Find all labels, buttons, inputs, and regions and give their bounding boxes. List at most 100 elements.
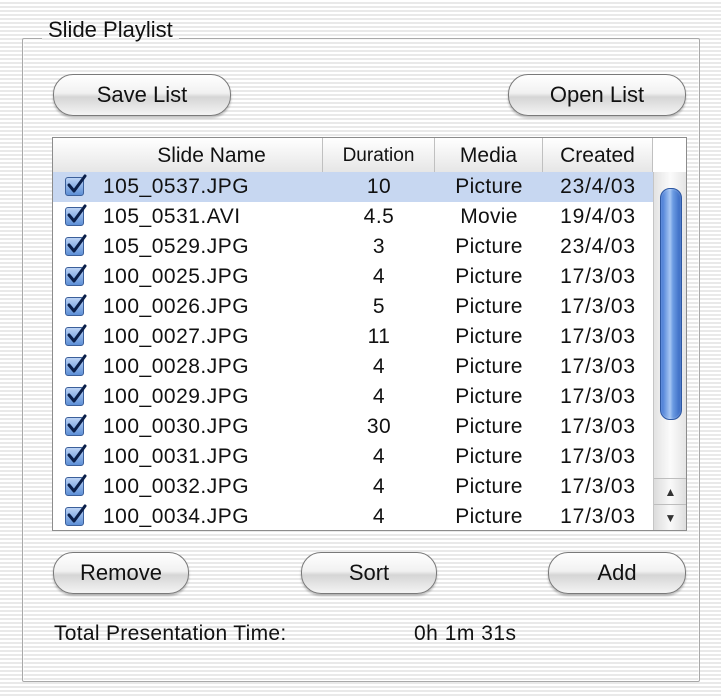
row-checkbox[interactable]: [65, 384, 87, 407]
scroll-down-arrow-icon[interactable]: ▼: [654, 504, 686, 530]
table-row[interactable]: 100_0029.JPG 4 Picture 17/3/03: [53, 382, 653, 412]
cell-duration: 11: [367, 325, 391, 348]
cell-created: 17/3/03: [560, 505, 636, 528]
cell-media: Picture: [455, 385, 523, 408]
cell-duration: 4.5: [363, 205, 395, 228]
cell-created: 17/3/03: [560, 385, 636, 408]
row-checkbox[interactable]: [65, 174, 87, 197]
row-checkbox[interactable]: [65, 354, 87, 377]
checkmark-icon: [65, 324, 87, 346]
cell-media: Picture: [455, 505, 523, 528]
checkmark-icon: [65, 354, 87, 376]
checkmark-icon: [65, 294, 87, 316]
cell-slide-name: 100_0026.JPG: [103, 295, 250, 318]
cell-created: 17/3/03: [560, 325, 636, 348]
table-row[interactable]: 105_0531.AVI 4.5 Movie 19/4/03: [53, 202, 653, 232]
row-checkbox[interactable]: [65, 474, 87, 497]
cell-slide-name: 100_0025.JPG: [103, 265, 250, 288]
cell-media: Picture: [455, 175, 523, 198]
cell-slide-name: 100_0030.JPG: [103, 415, 250, 438]
checkmark-icon: [65, 504, 87, 526]
table-row[interactable]: 100_0031.JPG 4 Picture 17/3/03: [53, 442, 653, 472]
column-header-created[interactable]: Created: [543, 138, 653, 172]
cell-duration: 4: [372, 355, 386, 378]
cell-created: 17/3/03: [560, 415, 636, 438]
cell-slide-name: 105_0531.AVI: [103, 205, 241, 228]
cell-media: Picture: [455, 475, 523, 498]
checkmark-icon: [65, 384, 87, 406]
checkmark-icon: [65, 264, 87, 286]
cell-duration: 4: [372, 505, 386, 528]
cell-duration: 4: [372, 265, 386, 288]
row-checkbox[interactable]: [65, 294, 87, 317]
cell-media: Picture: [455, 355, 523, 378]
checkmark-icon: [65, 474, 87, 496]
row-checkbox[interactable]: [65, 204, 87, 227]
add-button[interactable]: Add: [548, 552, 686, 594]
cell-media: Picture: [455, 265, 523, 288]
cell-duration: 4: [372, 475, 386, 498]
cell-media: Picture: [455, 415, 523, 438]
cell-slide-name: 100_0032.JPG: [103, 475, 250, 498]
cell-slide-name: 100_0034.JPG: [103, 505, 250, 528]
cell-created: 17/3/03: [560, 265, 636, 288]
row-checkbox[interactable]: [65, 324, 87, 347]
scroll-up-arrow-icon[interactable]: ▲: [654, 478, 686, 505]
scrollbar-thumb[interactable]: [660, 188, 682, 420]
open-list-button[interactable]: Open List: [508, 74, 686, 116]
checkmark-icon: [65, 174, 87, 196]
cell-created: 19/4/03: [560, 205, 636, 228]
cell-duration: 5: [372, 295, 386, 318]
checkmark-icon: [65, 444, 87, 466]
cell-media: Picture: [455, 295, 523, 318]
checkmark-icon: [65, 414, 87, 436]
row-checkbox[interactable]: [65, 414, 87, 437]
table-row[interactable]: 100_0027.JPG 11 Picture 17/3/03: [53, 322, 653, 352]
table-row[interactable]: 100_0030.JPG 30 Picture 17/3/03: [53, 412, 653, 442]
playlist-table: Slide Name Duration Media Created 105_05…: [52, 137, 687, 531]
cell-slide-name: 100_0028.JPG: [103, 355, 250, 378]
table-row[interactable]: 105_0529.JPG 3 Picture 23/4/03: [53, 232, 653, 262]
vertical-scrollbar[interactable]: ▲ ▼: [653, 172, 686, 530]
row-checkbox[interactable]: [65, 234, 87, 257]
cell-slide-name: 100_0029.JPG: [103, 385, 250, 408]
remove-button[interactable]: Remove: [53, 552, 189, 594]
cell-slide-name: 100_0027.JPG: [103, 325, 250, 348]
cell-duration: 30: [366, 415, 392, 438]
cell-created: 17/3/03: [560, 355, 636, 378]
table-row[interactable]: 100_0032.JPG 4 Picture 17/3/03: [53, 472, 653, 502]
checkmark-icon: [65, 204, 87, 226]
table-header: Slide Name Duration Media Created: [53, 138, 653, 173]
column-header-media[interactable]: Media: [435, 138, 543, 172]
cell-media: Movie: [460, 205, 518, 228]
table-row[interactable]: 100_0025.JPG 4 Picture 17/3/03: [53, 262, 653, 292]
column-header-duration[interactable]: Duration: [323, 138, 435, 172]
cell-created: 17/3/03: [560, 445, 636, 468]
cell-duration: 4: [372, 445, 386, 468]
cell-media: Picture: [455, 325, 523, 348]
total-time-label: Total Presentation Time:: [54, 622, 287, 645]
table-row[interactable]: 100_0028.JPG 4 Picture 17/3/03: [53, 352, 653, 382]
checkmark-icon: [65, 234, 87, 256]
table-row[interactable]: 100_0026.JPG 5 Picture 17/3/03: [53, 292, 653, 322]
cell-media: Picture: [455, 445, 523, 468]
cell-created: 23/4/03: [560, 235, 636, 258]
row-checkbox[interactable]: [65, 444, 87, 467]
table-row[interactable]: 105_0537.JPG 10 Picture 23/4/03: [53, 172, 653, 202]
group-title: Slide Playlist: [42, 16, 179, 44]
cell-duration: 4: [372, 385, 386, 408]
cell-media: Picture: [455, 235, 523, 258]
sort-button[interactable]: Sort: [301, 552, 437, 594]
row-checkbox[interactable]: [65, 504, 87, 527]
column-header-slide-name[interactable]: Slide Name: [53, 138, 323, 172]
cell-created: 17/3/03: [560, 295, 636, 318]
cell-created: 23/4/03: [560, 175, 636, 198]
cell-slide-name: 105_0537.JPG: [103, 175, 250, 198]
cell-created: 17/3/03: [560, 475, 636, 498]
table-row[interactable]: 100_0034.JPG 4 Picture 17/3/03: [53, 502, 653, 530]
table-body: 105_0537.JPG 10 Picture 23/4/03 105_0531.AVI…: [53, 172, 653, 530]
save-list-button[interactable]: Save List: [53, 74, 231, 116]
cell-slide-name: 100_0031.JPG: [103, 445, 250, 468]
cell-slide-name: 105_0529.JPG: [103, 235, 250, 258]
row-checkbox[interactable]: [65, 264, 87, 287]
